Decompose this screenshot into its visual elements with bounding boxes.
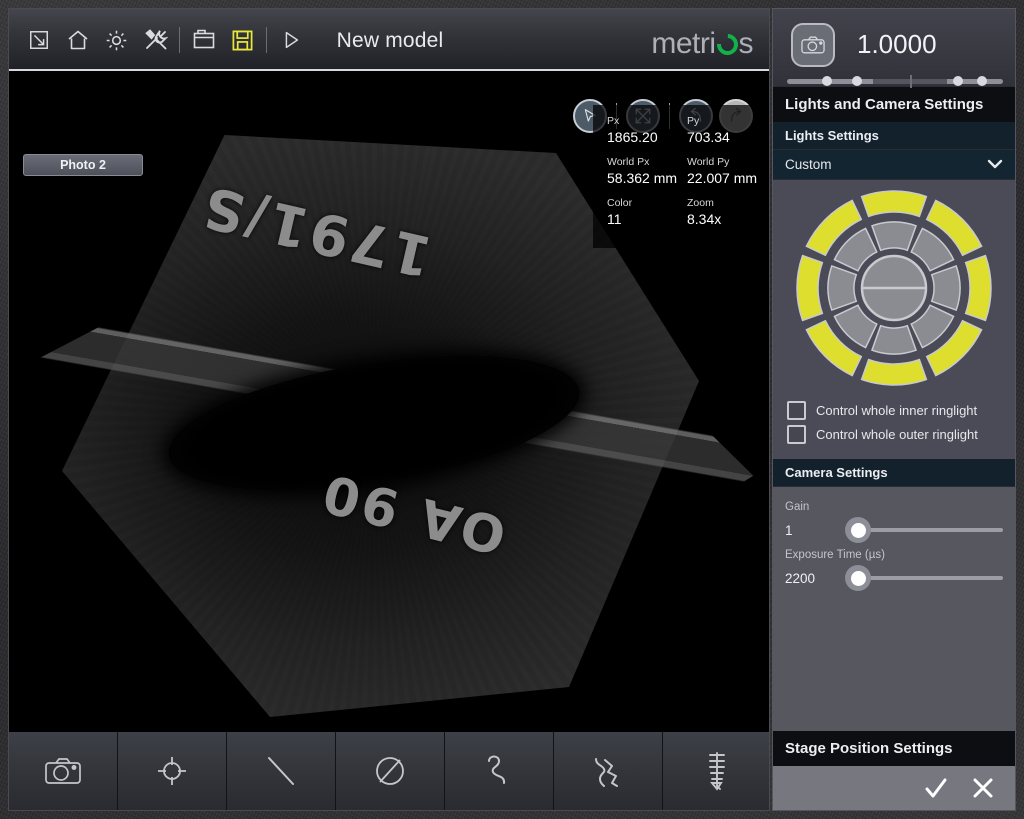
info-world-py-label: World Py — [687, 156, 730, 168]
info-zoom: Zoom 8.34x — [687, 197, 767, 227]
lights-settings-subtitle: Lights Settings — [773, 122, 1015, 150]
confirm-button[interactable] — [923, 775, 949, 801]
line-icon[interactable] — [227, 732, 336, 810]
cancel-button[interactable] — [971, 776, 995, 800]
lights-preset-select[interactable]: Custom — [773, 150, 1015, 180]
measurement-toolbar — [9, 732, 769, 810]
control-inner-ringlight-label: Control whole inner ringlight — [816, 403, 978, 418]
ringlight-inner-segment[interactable] — [833, 227, 878, 272]
gain-value: 1 — [785, 522, 793, 538]
brand-logo-tail: s — [738, 27, 754, 60]
stage-position-section-title: Stage Position Settings — [773, 731, 1015, 766]
ringlight-inner-segment[interactable] — [827, 265, 858, 311]
info-px-label: Px — [607, 115, 620, 127]
zoom-slider-stop[interactable] — [953, 76, 964, 86]
curve-icon[interactable] — [445, 732, 554, 810]
exposure-slider[interactable] — [845, 565, 1003, 591]
panel-filler — [773, 605, 1015, 731]
gain-label: Gain — [785, 501, 810, 513]
zoom-slider-handle[interactable] — [910, 75, 913, 88]
brand-logo: metri s — [651, 27, 753, 61]
image-canvas[interactable]: 1791/S OA 90 Photo 2 Px 1865.20 Py 703.3… — [9, 71, 769, 750]
info-world-px-label: World Px — [607, 156, 650, 168]
info-row: Color 11 Zoom 8.34x — [607, 197, 769, 227]
info-zoom-value: 8.34x — [687, 211, 722, 227]
info-color: Color 11 — [607, 197, 687, 227]
info-px-value: 1865.20 — [607, 129, 658, 145]
chevron-down-icon — [987, 157, 1003, 172]
info-px: Px 1865.20 — [607, 115, 687, 145]
ringlight-outer-segment[interactable] — [796, 254, 824, 322]
zoom-slider-stop[interactable] — [851, 76, 862, 86]
checkbox-icon[interactable] — [787, 401, 806, 420]
brand-logo-text: metri — [651, 27, 716, 60]
info-world-px: World Px 58.362 mm — [607, 156, 687, 186]
info-py-label: Py — [687, 115, 700, 127]
info-world-py: World Py 22.007 mm — [687, 156, 767, 186]
gain-slider-handle[interactable] — [845, 517, 871, 543]
camera-icon[interactable] — [791, 23, 835, 67]
info-world-px-value: 58.362 mm — [607, 170, 678, 186]
ringlight-outer-segment[interactable] — [964, 254, 992, 322]
lights-camera-section-title: Lights and Camera Settings — [773, 87, 1015, 122]
gain-slider-row: 1 — [785, 517, 1003, 543]
ringlight-inner-segment[interactable] — [871, 324, 917, 355]
gain-slider-track — [855, 528, 1003, 532]
main-view-pane: New model metri s 1791/S OA 90 Photo 2 P… — [8, 8, 770, 811]
settings-panel: 1.0000 Lights and Camera Settings Lights… — [772, 8, 1016, 811]
ringlight-control[interactable] — [773, 180, 1015, 390]
control-outer-ringlight-checkbox[interactable]: Control whole outer ringlight — [787, 425, 1001, 444]
zoom-factor-value: 1.0000 — [857, 29, 937, 59]
application-window: New model metri s 1791/S OA 90 Photo 2 P… — [0, 0, 1024, 819]
zoom-slider-stop[interactable] — [821, 76, 832, 86]
cursor-info-panel: Px 1865.20 Py 703.34 World Px 58.362 mm … — [593, 105, 769, 248]
ringlight-inner-segment[interactable] — [833, 304, 878, 349]
ringlight-inner-segment[interactable] — [871, 221, 917, 252]
exposure-value: 2200 — [785, 570, 816, 586]
info-py: Py 703.34 — [687, 115, 767, 145]
info-world-py-value: 22.007 mm — [687, 170, 758, 186]
checkbox-icon[interactable] — [787, 425, 806, 444]
info-py-value: 703.34 — [687, 129, 730, 145]
ringlight-inner-segment[interactable] — [930, 265, 961, 311]
info-color-label: Color — [607, 197, 633, 209]
info-zoom-label: Zoom — [687, 197, 714, 209]
info-row: Px 1865.20 Py 703.34 — [607, 115, 769, 145]
point-icon[interactable] — [118, 732, 227, 810]
exposure-slider-handle[interactable] — [845, 565, 871, 591]
ringlight-checkboxes: Control whole inner ringlight Control wh… — [773, 390, 1015, 459]
title-bar: New model metri s — [9, 9, 769, 71]
ringlight-outer-segment[interactable] — [860, 190, 928, 218]
camera-icon[interactable] — [9, 732, 118, 810]
brand-ring-icon — [712, 29, 742, 60]
camera-settings-subtitle: Camera Settings — [773, 459, 1015, 487]
info-color-value: 11 — [607, 211, 622, 227]
photo-tab[interactable]: Photo 2 — [23, 154, 143, 176]
zoom-slider-stop[interactable] — [977, 76, 988, 86]
zoom-slider[interactable] — [787, 75, 1003, 88]
exposure-slider-track — [855, 576, 1003, 580]
control-outer-ringlight-label: Control whole outer ringlight — [816, 427, 978, 442]
lights-preset-value: Custom — [785, 157, 832, 172]
panel-footer — [773, 766, 1015, 810]
thread-icon[interactable] — [663, 732, 769, 810]
circle-icon[interactable] — [336, 732, 445, 810]
control-inner-ringlight-checkbox[interactable]: Control whole inner ringlight — [787, 401, 1001, 420]
exposure-slider-row: 2200 — [785, 565, 1003, 591]
ringlight-inner-segment[interactable] — [910, 227, 955, 272]
gain-slider[interactable] — [845, 517, 1003, 543]
ringlight-inner-segment[interactable] — [910, 304, 955, 349]
exposure-label: Exposure Time (µs) — [785, 549, 885, 561]
zoom-control-header: 1.0000 — [773, 9, 1015, 88]
profile-icon[interactable] — [554, 732, 663, 810]
ringlight-diagram[interactable] — [794, 188, 994, 388]
camera-settings-block: Gain 1 Exposure Time (µs) 2200 — [773, 487, 1015, 605]
info-row: World Px 58.362 mm World Py 22.007 mm — [607, 156, 769, 186]
ringlight-outer-segment[interactable] — [860, 358, 928, 386]
